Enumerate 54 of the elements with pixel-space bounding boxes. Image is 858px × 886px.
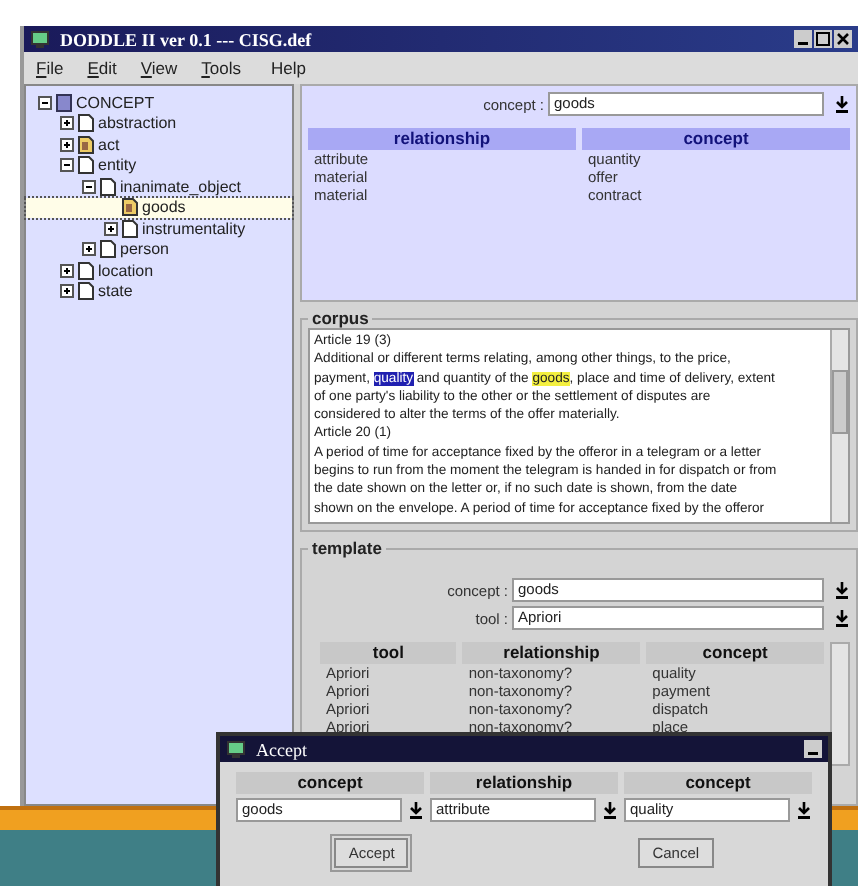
expander-icon[interactable] [82, 179, 96, 194]
app-icon [30, 29, 50, 49]
marked-document-icon [78, 135, 94, 154]
menu-item[interactable]: Tools [201, 58, 242, 78]
minimize-icon[interactable] [794, 30, 812, 48]
scrollbar[interactable] [830, 330, 848, 522]
tree-item[interactable]: act [26, 134, 292, 155]
column-header[interactable]: relationship [462, 642, 641, 664]
expander-icon[interactable] [104, 221, 118, 236]
tree-item[interactable]: entity [26, 155, 292, 176]
expander-icon[interactable] [60, 158, 74, 173]
column-header[interactable]: concept [582, 128, 850, 150]
tree-item[interactable]: person [26, 239, 292, 260]
marked-document-icon [122, 198, 138, 217]
close-icon[interactable] [834, 30, 852, 48]
column-header[interactable]: tool [320, 642, 457, 664]
dropdown-icon[interactable] [834, 95, 850, 113]
tree-item[interactable]: goods [26, 197, 292, 218]
expander-icon[interactable] [82, 242, 96, 257]
window-title: DODDLE II ver 0.1 --- CISG.def [60, 29, 312, 49]
group-title: corpus [310, 308, 371, 328]
expander-icon[interactable] [60, 284, 74, 299]
document-icon [78, 114, 94, 133]
folder-icon [56, 93, 72, 112]
tree-item[interactable]: instrumentality [26, 218, 292, 239]
dialog-title: Accept [256, 739, 307, 759]
app-icon [226, 739, 246, 759]
tree-item[interactable]: inanimate_object [26, 176, 292, 197]
column-header: concept [624, 772, 812, 794]
maximize-icon[interactable] [814, 30, 832, 48]
column-header[interactable]: concept [646, 642, 824, 664]
tree-item[interactable]: location [26, 260, 292, 281]
column-header: concept [236, 772, 424, 794]
tree-item[interactable]: state [26, 281, 292, 302]
dropdown-icon[interactable] [408, 801, 424, 819]
scrollbar[interactable] [830, 642, 850, 766]
menu-item[interactable]: Edit [87, 58, 117, 78]
column-header[interactable]: relationship [308, 128, 576, 150]
expander-icon[interactable] [38, 95, 52, 110]
dropdown-icon[interactable] [796, 801, 812, 819]
minimize-icon[interactable] [804, 740, 822, 758]
tree-item[interactable]: abstraction [26, 113, 292, 134]
column-header: relationship [430, 772, 618, 794]
expander-icon[interactable] [60, 116, 74, 131]
group-title: template [310, 538, 384, 558]
dropdown-icon[interactable] [602, 801, 618, 819]
tree-item[interactable]: CONCEPT [26, 92, 292, 113]
menu-item[interactable]: File [36, 58, 64, 78]
expander-icon[interactable] [60, 263, 74, 278]
dropdown-icon[interactable] [834, 609, 850, 627]
menu-item[interactable]: View [140, 58, 178, 78]
expander-icon[interactable] [60, 137, 74, 152]
menu-item[interactable]: Help [265, 58, 846, 78]
dropdown-icon[interactable] [834, 581, 850, 599]
